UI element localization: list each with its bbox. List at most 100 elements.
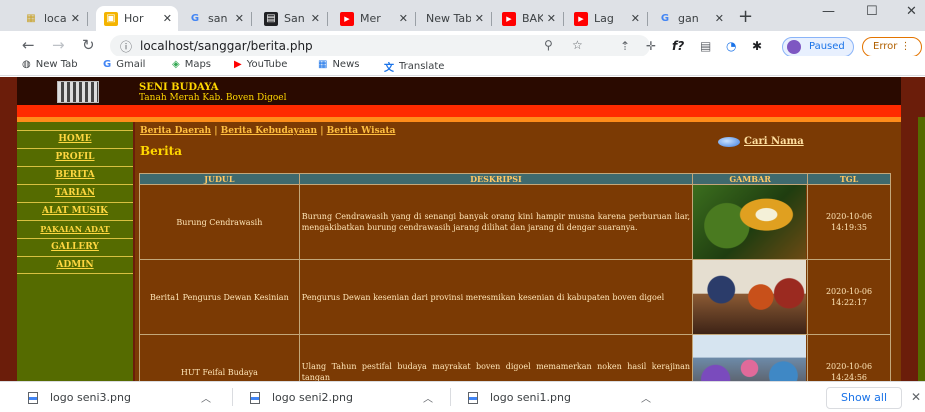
close-tab-icon[interactable]: ✕: [71, 12, 80, 25]
search-cloud-icon: [718, 136, 740, 147]
chevron-up-icon[interactable]: ︿: [201, 390, 211, 405]
download-item[interactable]: logo seni3.png ︿: [28, 390, 211, 405]
tab-google-2[interactable]: G gan ✕: [650, 6, 730, 31]
menu-alat-musik[interactable]: ALAT MUSIK: [17, 202, 133, 220]
image-file-icon: [468, 391, 478, 404]
bookmark-translate[interactable]: 文 Translate: [384, 59, 444, 74]
bookmark-maps[interactable]: ◈ Maps: [172, 59, 211, 70]
bookmark-youtube[interactable]: ▶ YouTube: [234, 59, 287, 70]
new-tab-button[interactable]: +: [738, 8, 753, 26]
news-icon: ▦: [318, 59, 328, 70]
menu-admin[interactable]: ADMIN: [17, 256, 133, 274]
profile-paused-button[interactable]: Paused: [782, 37, 854, 57]
tab-image[interactable]: ▤ San ✕: [256, 6, 326, 31]
google-icon: G: [660, 13, 670, 24]
minimize-button[interactable]: —: [822, 4, 835, 19]
cell-gambar: [692, 184, 809, 260]
show-all-button[interactable]: Show all: [826, 387, 902, 409]
close-tab-icon[interactable]: ✕: [311, 12, 320, 25]
image-file-icon: [250, 391, 260, 404]
bookmark-label: New Tab: [35, 59, 78, 70]
close-shelf-icon[interactable]: ✕: [911, 390, 921, 404]
extension-icon[interactable]: ⇡: [620, 39, 630, 53]
close-tab-icon[interactable]: ✕: [235, 12, 244, 25]
back-arrow-icon[interactable]: ←: [22, 36, 35, 54]
reload-icon[interactable]: ↻: [82, 36, 95, 54]
date-text: 2020-10-06: [825, 287, 873, 296]
ceremony-photo-image: [693, 260, 807, 334]
close-tab-icon[interactable]: ✕: [399, 12, 408, 25]
cloud-extension-icon[interactable]: ◔: [726, 39, 736, 53]
bookmark-new-tab[interactable]: ◍ New Tab: [22, 59, 78, 70]
tab-localhost[interactable]: ▦ loca ✕: [16, 6, 86, 31]
close-tab-icon[interactable]: ✕: [547, 12, 556, 25]
tab-youtube-3[interactable]: ▶ Lag ✕: [566, 6, 646, 31]
menu-tarian[interactable]: TARIAN: [17, 184, 133, 202]
menu-berita[interactable]: BERITA: [17, 166, 133, 184]
tab-google-search[interactable]: G san ✕: [180, 6, 250, 31]
menu-profil[interactable]: PROFIL: [17, 148, 133, 166]
download-item[interactable]: logo seni2.png ︿: [250, 390, 433, 405]
time-text: 14:22:17: [831, 298, 867, 307]
time-text: 14:19:35: [831, 223, 867, 232]
chevron-up-icon[interactable]: ︿: [423, 390, 433, 405]
formula-extension-icon[interactable]: f?: [672, 39, 684, 53]
tab-title: Mer: [360, 12, 381, 25]
link-berita-kebudayaan[interactable]: Berita Kebudayaan: [221, 126, 317, 136]
menu-gallery[interactable]: GALLERY: [17, 238, 133, 256]
url-text[interactable]: localhost/sanggar/berita.php: [140, 39, 313, 53]
bookmark-news[interactable]: ▦ News: [318, 59, 359, 70]
link-berita-daerah[interactable]: Berita Daerah: [140, 126, 211, 136]
window-close-button[interactable]: ✕: [906, 4, 917, 19]
bookmark-label: Maps: [184, 59, 212, 70]
cell-deskripsi: Burung Cendrawasih yang di senangi banya…: [298, 184, 694, 260]
close-tab-icon[interactable]: ✕: [631, 12, 640, 25]
reader-extension-icon[interactable]: ▤: [700, 39, 711, 53]
bookmark-label: News: [332, 59, 360, 70]
menu-pakaian-adat[interactable]: PAKAIAN ADAT: [17, 220, 133, 238]
tab-home-active[interactable]: ▣ Hor ✕: [96, 6, 178, 31]
menu-home[interactable]: HOME: [17, 130, 133, 148]
maximize-button[interactable]: ☐: [866, 4, 878, 19]
site-logo: [57, 81, 99, 103]
avatar: [787, 40, 801, 54]
info-icon[interactable]: ⓘ: [120, 38, 132, 55]
tab-title: loca: [44, 12, 67, 25]
bookmark-star-icon[interactable]: ☆: [572, 38, 583, 52]
tab-youtube-1[interactable]: ▶ Mer ✕: [332, 6, 414, 31]
puzzle-extensions-icon[interactable]: ✱: [752, 39, 762, 53]
tab-title: gan: [678, 12, 699, 25]
scrollbar-thumb[interactable]: [918, 117, 925, 381]
tab-title: BAK: [522, 12, 543, 25]
youtube-icon: ▶: [340, 11, 354, 26]
sidebar-menu: HOME PROFIL BERITA TARIAN ALAT MUSIK PAK…: [17, 122, 133, 381]
tab-title: san: [208, 12, 228, 25]
forward-arrow-icon[interactable]: →: [52, 36, 65, 54]
youtube-icon: ▶: [574, 11, 588, 26]
search-name-link[interactable]: Cari Nama: [718, 136, 804, 147]
google-icon: G: [103, 59, 112, 70]
update-error-button[interactable]: Error ⋮: [862, 37, 922, 57]
main-content: Berita Daerah | Berita Kebudayaan | Beri…: [135, 122, 901, 381]
tab-youtube-2[interactable]: ▶ BAK ✕: [494, 6, 562, 31]
link-berita-wisata[interactable]: Berita Wisata: [327, 126, 396, 136]
home-icon: ▣: [104, 11, 118, 26]
close-tab-icon[interactable]: ✕: [715, 12, 724, 25]
chevron-up-icon[interactable]: ︿: [641, 390, 651, 405]
close-tab-icon[interactable]: ✕: [163, 12, 172, 25]
site-subtitle: Tanah Merah Kab. Boven Digoel: [139, 93, 287, 103]
crosshair-extension-icon[interactable]: ✛: [646, 39, 656, 53]
tab-title: Hor: [124, 12, 144, 25]
address-bar[interactable]: ⓘ localhost/sanggar/berita.php ⚲ ☆: [110, 35, 650, 57]
bookmark-gmail[interactable]: G Gmail: [103, 59, 145, 70]
festival-crowd-image: [693, 335, 807, 381]
close-tab-icon[interactable]: ✕: [475, 12, 484, 25]
header-red-bar: [17, 105, 901, 117]
maps-icon: ◈: [172, 59, 180, 70]
tab-new-tab[interactable]: New Tab ✕: [418, 6, 490, 31]
zoom-icon[interactable]: ⚲: [544, 38, 553, 52]
download-item[interactable]: logo seni1.png ︿: [468, 390, 651, 405]
image-icon: ▤: [264, 11, 278, 26]
download-filename: logo seni2.png: [272, 391, 353, 404]
cell-deskripsi: Pengurus Dewan kesenian dari provinsi me…: [298, 259, 694, 335]
